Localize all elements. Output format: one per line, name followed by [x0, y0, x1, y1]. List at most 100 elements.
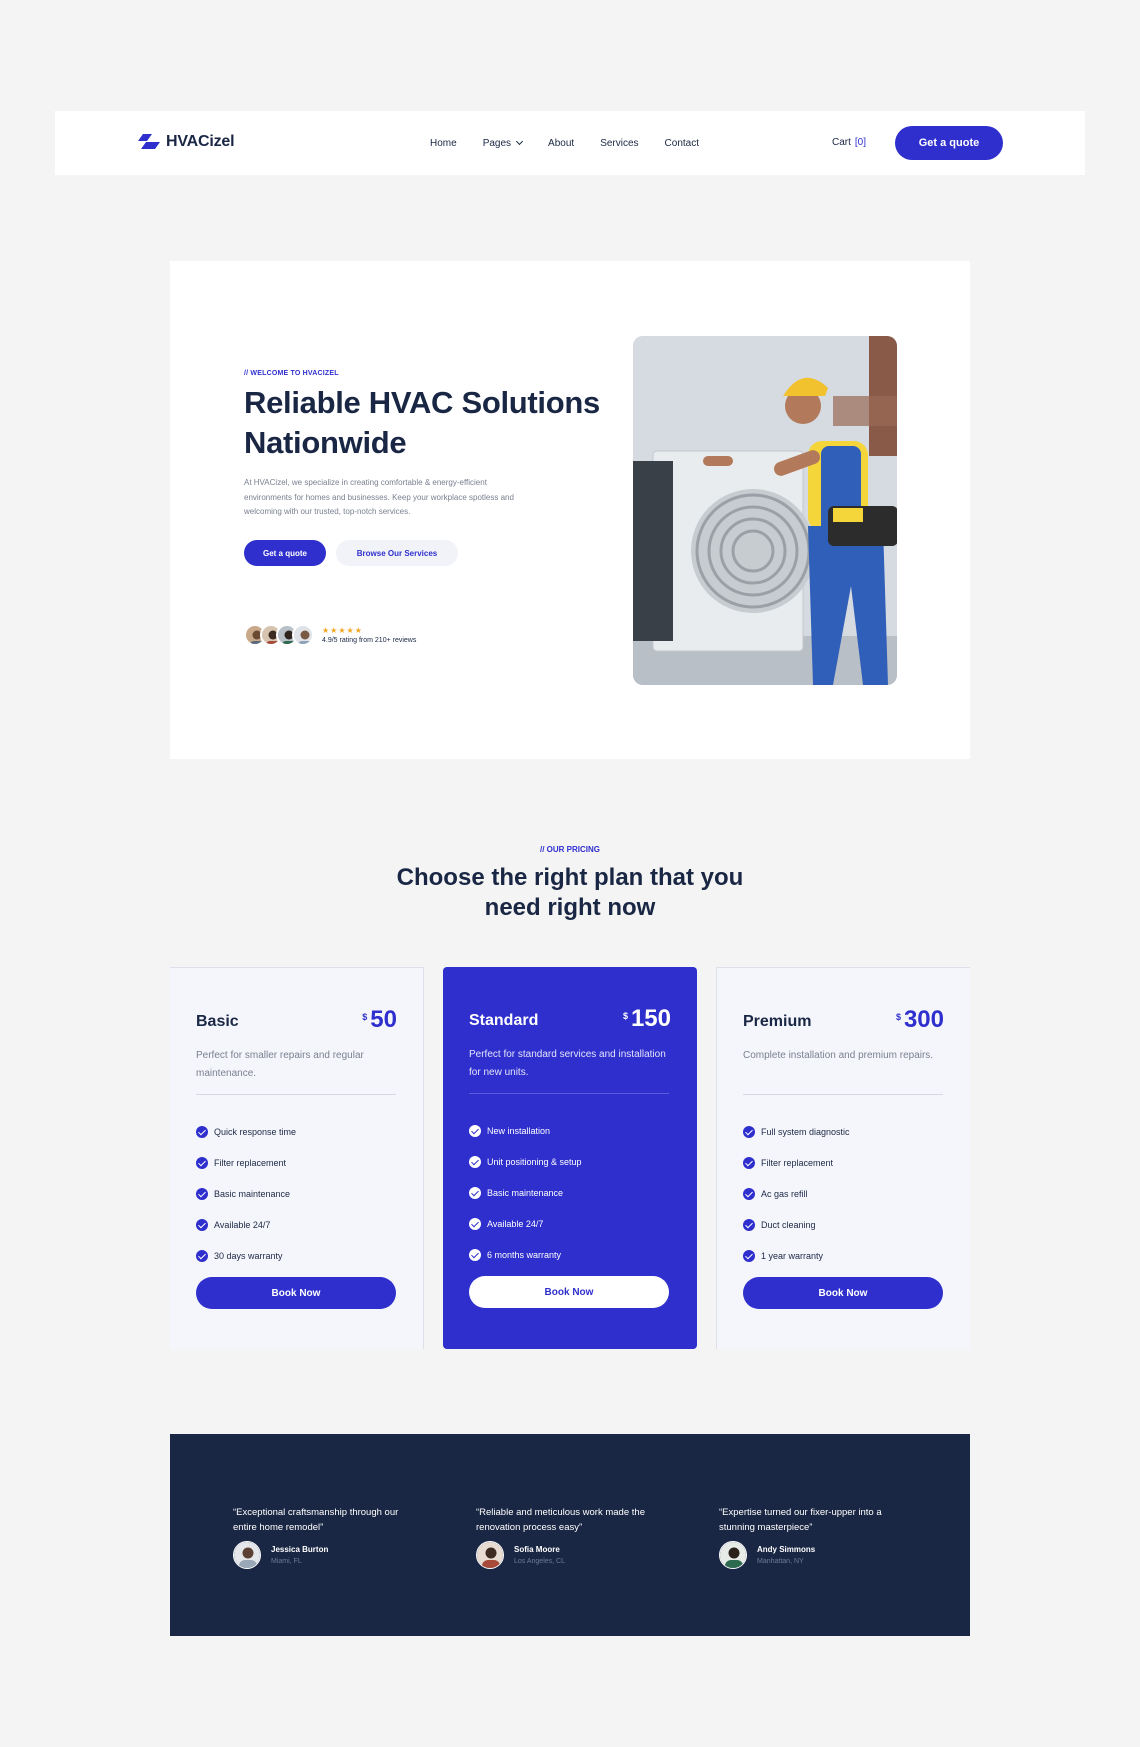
testimonial-author: Andy Simmons Manhattan, NY: [719, 1541, 909, 1569]
hero-eyebrow: // WELCOME TO HVACIZEL: [244, 370, 339, 377]
plan-price: $300: [896, 1006, 944, 1034]
currency-symbol: $: [622, 1011, 628, 1021]
avatar: [233, 1541, 261, 1569]
divider: [743, 1094, 943, 1095]
testimonial-quote: “Exceptional craftsmanship through our e…: [233, 1507, 399, 1533]
book-now-button-basic[interactable]: Book Now: [196, 1277, 396, 1309]
testimonial-author: Jessica Burton Miami, FL: [233, 1541, 423, 1569]
hero-description: At HVACizel, we specialize in creating c…: [244, 478, 514, 516]
pricing-card-basic: Basic $50 Perfect for smaller repairs an…: [170, 967, 424, 1349]
pricing-title: Choose the right plan that you need righ…: [396, 864, 744, 921]
feature-label: Basic maintenance: [487, 1187, 564, 1198]
technician-photo: [633, 336, 897, 685]
plan-description: Complete installation and premium repair…: [743, 1050, 934, 1061]
price-value: 50: [370, 1006, 397, 1033]
feature-item: Available 24/7: [469, 1209, 582, 1240]
hero-section: // WELCOME TO HVACIZEL Reliable HVAC Sol…: [170, 261, 970, 759]
feature-label: Available 24/7: [214, 1220, 271, 1231]
testimonial-item: “Exceptional craftsmanship through our e…: [233, 1506, 423, 1569]
reviewer-avatars: [244, 624, 314, 646]
avatar: [476, 1541, 504, 1569]
feature-label: 30 days warranty: [214, 1251, 283, 1262]
feature-list: New installation Unit positioning & setu…: [469, 1115, 582, 1271]
plan-name: Basic: [196, 1013, 239, 1030]
feature-item: Duct cleaning: [743, 1210, 850, 1241]
check-icon: [469, 1249, 481, 1262]
check-icon: [743, 1156, 755, 1169]
testimonial-quote: “Reliable and meticulous work made the r…: [476, 1507, 645, 1533]
check-icon: [743, 1125, 755, 1138]
browse-services-button[interactable]: Browse Our Services: [336, 540, 458, 566]
chevron-down-icon: [516, 137, 524, 146]
check-icon: [469, 1218, 481, 1231]
check-icon: [469, 1155, 481, 1168]
testimonial-author: Sofia Moore Los Angeles, CL: [476, 1541, 666, 1569]
menu-item-pages[interactable]: Pages: [483, 137, 524, 149]
menu-item-services[interactable]: Services: [600, 138, 638, 149]
feature-item: Quick response time: [196, 1116, 296, 1147]
feature-label: Filter replacement: [761, 1157, 834, 1168]
divider: [196, 1094, 396, 1095]
testimonial-location: Miami, FL: [271, 1558, 302, 1565]
feature-label: Filter replacement: [214, 1157, 287, 1168]
feature-label: Basic maintenance: [214, 1188, 291, 1199]
cart-label: Cart: [832, 137, 851, 148]
reviews-summary: ★★★★★ 4.9/5 rating from 210+ reviews: [244, 624, 416, 646]
check-icon: [196, 1125, 208, 1138]
feature-item: Unit positioning & setup: [469, 1146, 582, 1177]
price-value: 150: [630, 1005, 671, 1032]
currency-symbol: $: [362, 1012, 368, 1022]
check-icon: [196, 1187, 208, 1200]
get-quote-button[interactable]: Get a quote: [895, 126, 1003, 160]
feature-label: Available 24/7: [487, 1219, 544, 1230]
feature-label: Quick response time: [214, 1126, 297, 1137]
pricing-card-standard: Standard $150 Perfect for standard servi…: [443, 967, 697, 1349]
book-now-button-premium[interactable]: Book Now: [743, 1277, 943, 1309]
feature-item: Filter replacement: [196, 1147, 296, 1178]
feature-label: Full system diagnostic: [761, 1126, 850, 1137]
feature-item: Available 24/7: [196, 1210, 296, 1241]
price-value: 300: [903, 1006, 944, 1033]
testimonial-name: Sofia Moore: [514, 1545, 560, 1554]
star-rating-icon: ★★★★★: [322, 626, 363, 635]
feature-label: Ac gas refill: [761, 1188, 808, 1199]
check-icon: [196, 1219, 208, 1232]
feature-item: Basic maintenance: [469, 1177, 582, 1208]
feature-label: Unit positioning & setup: [487, 1156, 582, 1167]
feature-label: 1 year warranty: [761, 1251, 824, 1262]
plan-description: Perfect for standard services and instal…: [469, 1049, 666, 1078]
check-icon: [743, 1187, 755, 1200]
feature-item: 6 months warranty: [469, 1240, 582, 1271]
testimonials-section: “Exceptional craftsmanship through our e…: [170, 1434, 970, 1636]
menu-item-about[interactable]: About: [548, 138, 574, 149]
rating-block: ★★★★★ 4.9/5 rating from 210+ reviews: [322, 626, 416, 644]
check-icon: [469, 1186, 481, 1199]
logo-text: HVACizel: [166, 133, 235, 150]
hero-title: Reliable HVAC Solutions Nationwide: [244, 385, 600, 460]
plan-name: Premium: [743, 1013, 812, 1030]
plan-price: $50: [362, 1006, 397, 1034]
check-icon: [196, 1156, 208, 1169]
logo[interactable]: HVACizel: [138, 133, 235, 151]
feature-list: Quick response time Filter replacement B…: [196, 1116, 296, 1272]
testimonial-item: “Reliable and meticulous work made the r…: [476, 1506, 666, 1569]
main-menu: Home Pages About Services Contact: [430, 111, 725, 175]
check-icon: [196, 1250, 208, 1263]
feature-item: Filter replacement: [743, 1147, 850, 1178]
menu-item-home[interactable]: Home: [430, 138, 457, 149]
book-now-button-standard[interactable]: Book Now: [469, 1276, 669, 1308]
cart-link[interactable]: Cart [0]: [832, 137, 866, 148]
feature-list: Full system diagnostic Filter replacemen…: [743, 1116, 850, 1272]
feature-item: Full system diagnostic: [743, 1116, 850, 1147]
feature-item: 30 days warranty: [196, 1241, 296, 1272]
menu-item-contact[interactable]: Contact: [665, 138, 699, 149]
feature-item: New installation: [469, 1115, 582, 1146]
testimonial-name: Jessica Burton: [271, 1545, 329, 1554]
avatar: [719, 1541, 747, 1569]
plan-price: $150: [623, 1005, 671, 1033]
hero-get-quote-button[interactable]: Get a quote: [244, 540, 326, 566]
check-icon: [743, 1219, 755, 1232]
pricing-eyebrow: // OUR PRICING: [539, 845, 600, 854]
pricing-card-premium: Premium $300 Complete installation and p…: [716, 967, 970, 1349]
testimonial-location: Manhattan, NY: [757, 1558, 804, 1565]
